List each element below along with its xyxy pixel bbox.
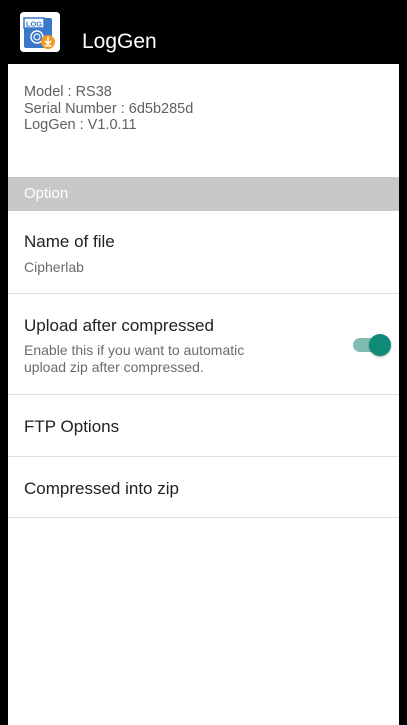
pref-upload-summary-2: upload zip after compressed.	[24, 359, 204, 375]
pref-name-of-file-title: Name of file	[24, 232, 115, 251]
app-bar: LOG LogGen	[8, 8, 399, 64]
version-text: LogGen : V1.0.11	[24, 117, 137, 133]
serial-number-text: Serial Number : 6d5b285d	[24, 100, 194, 117]
pref-upload-after-compressed[interactable]: Upload after compressed Enable this if y…	[8, 294, 399, 395]
pref-ftp-options[interactable]: FTP Options	[8, 395, 399, 457]
toggle-thumb	[369, 334, 391, 356]
section-header-label: Option	[24, 185, 69, 202]
app-title: LogGen	[82, 30, 157, 53]
pref-compressed-into-zip-title: Compressed into zip	[24, 479, 179, 498]
app-logo-icon: LOG	[20, 12, 60, 52]
section-header-option: Option	[8, 177, 399, 211]
phone-screen: LOG LogGen Model : RS38 Serial Number : …	[8, 0, 399, 725]
model-text: Model : RS38	[24, 84, 112, 100]
pref-compressed-into-zip[interactable]: Compressed into zip	[8, 457, 399, 518]
device-info: Model : RS38 Serial Number : 6d5b285d Lo…	[24, 84, 193, 134]
pref-name-of-file[interactable]: Name of file Cipherlab	[8, 211, 399, 294]
pref-upload-summary-1: Enable this if you want to automatic	[24, 342, 245, 358]
app-logo-text: LOG	[26, 20, 42, 29]
pref-upload-title: Upload after compressed	[24, 316, 214, 335]
status-bar	[8, 0, 399, 8]
pref-ftp-options-title: FTP Options	[24, 417, 120, 436]
pref-name-of-file-value: Cipherlab	[24, 259, 84, 275]
upload-toggle-switch[interactable]	[353, 334, 391, 358]
